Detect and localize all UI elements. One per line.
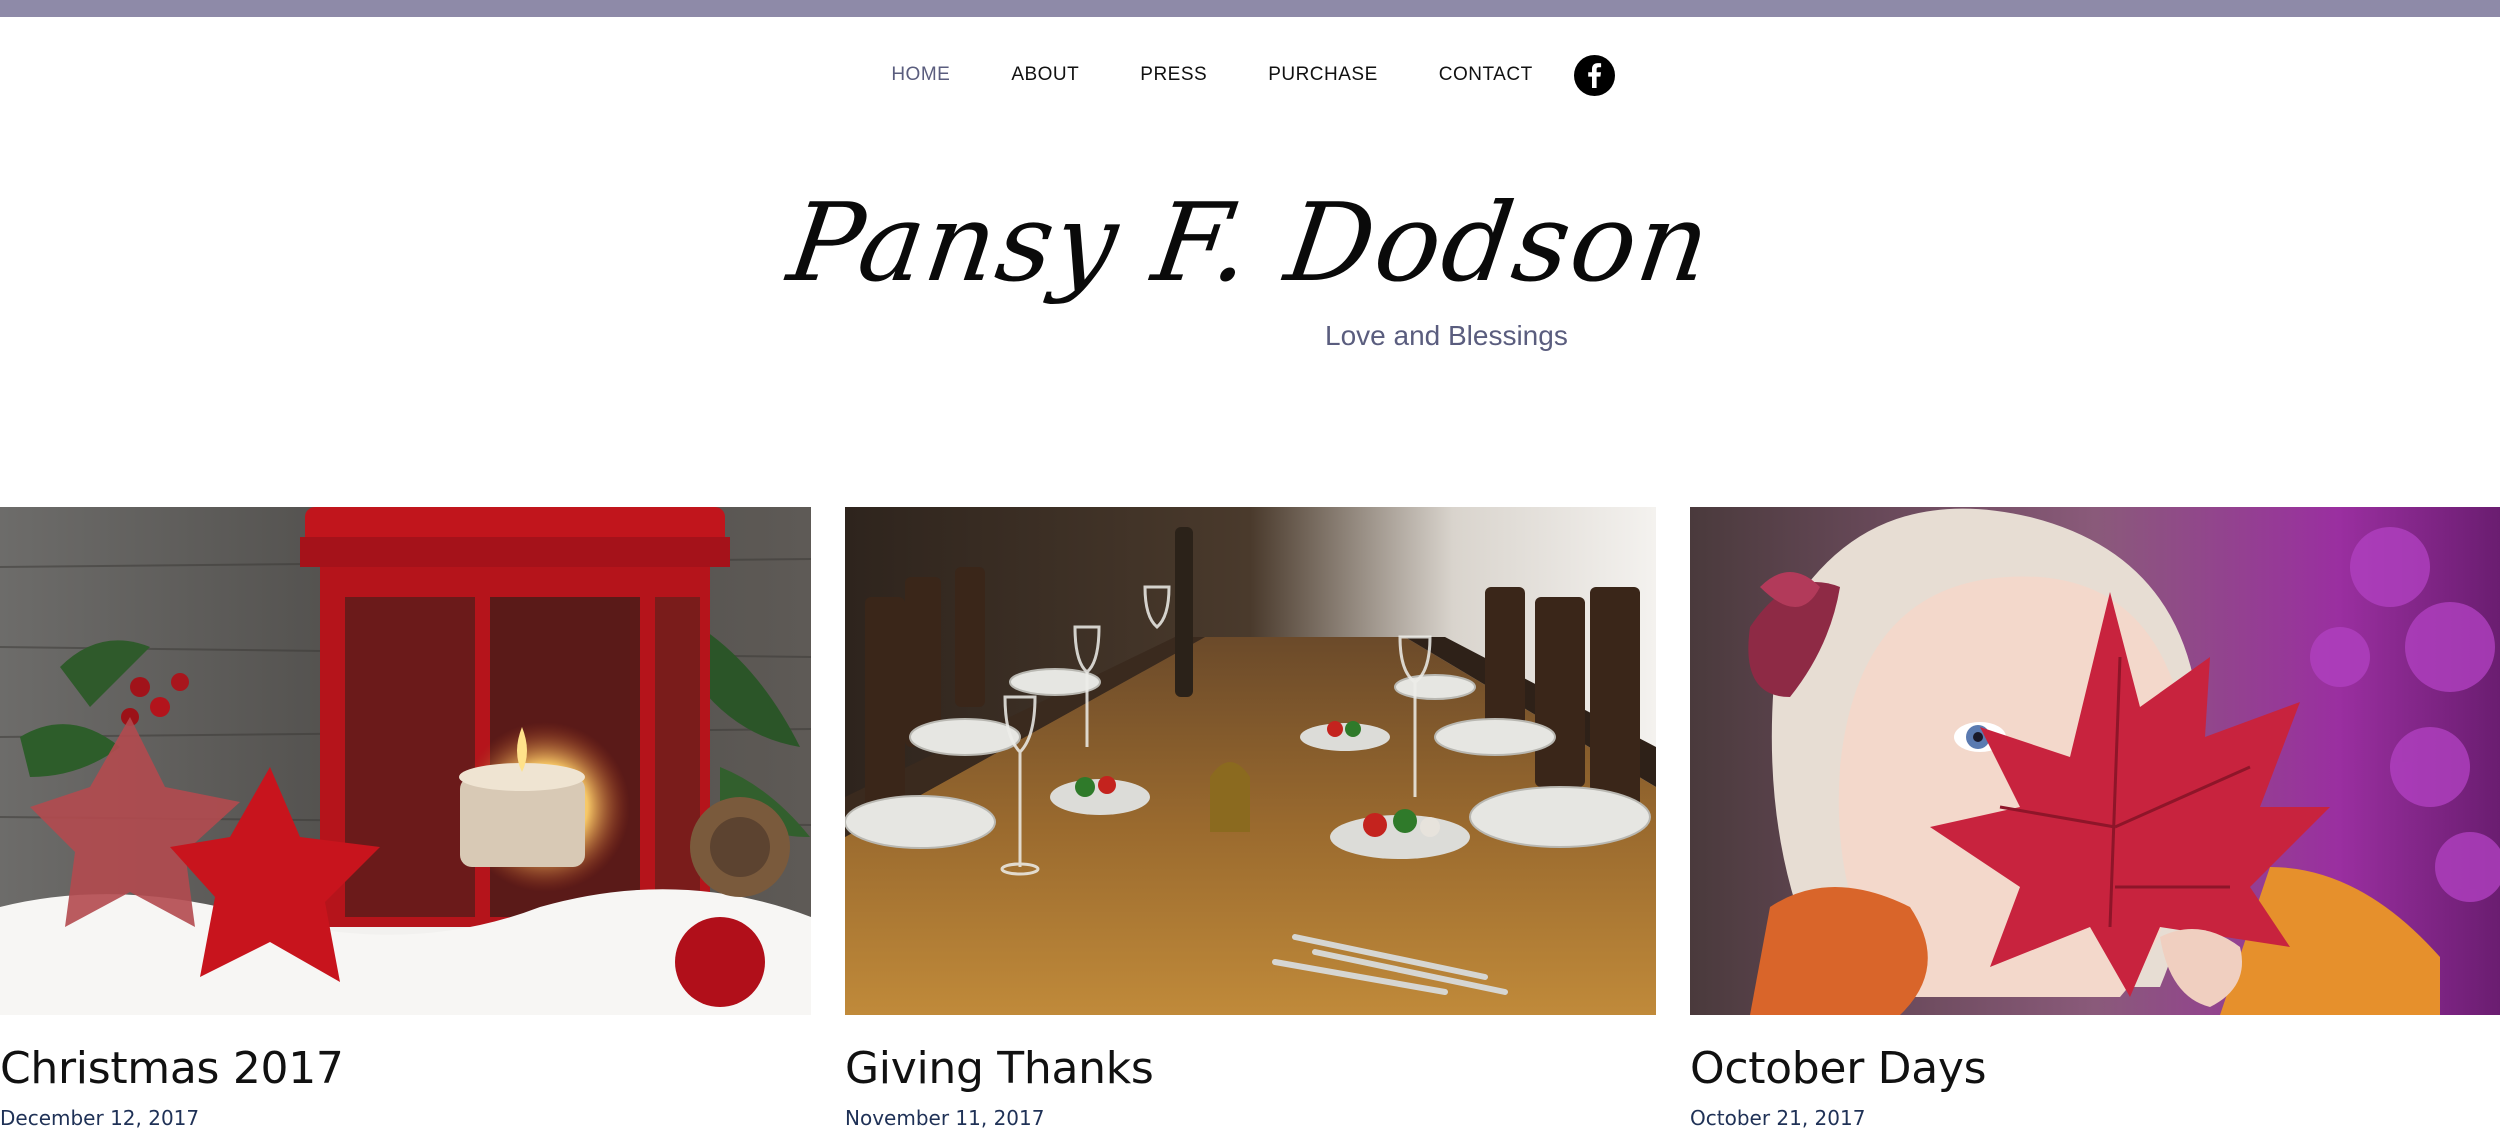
post-card[interactable]: Giving Thanks November 11, 2017 <box>845 507 1656 1130</box>
post-card[interactable]: October Days October 21, 2017 <box>1690 507 2500 1130</box>
girl-with-maple-leaf-photo[interactable] <box>1690 507 2500 1015</box>
christmas-lantern-photo[interactable] <box>0 507 811 1015</box>
post-title[interactable]: Christmas 2017 <box>0 1043 811 1094</box>
post-date: November 11, 2017 <box>845 1106 1045 1130</box>
top-accent-bar <box>0 0 2500 17</box>
nav-home[interactable]: HOME <box>891 64 950 86</box>
thanksgiving-table-photo[interactable] <box>845 507 1656 1015</box>
site-logo[interactable]: Pansy F. Dodson <box>0 181 2500 306</box>
nav-contact[interactable]: CONTACT <box>1439 64 1533 86</box>
post-date: October 21, 2017 <box>1690 1106 1866 1130</box>
site-title[interactable]: Pansy F. Dodson <box>781 181 1719 306</box>
nav-about[interactable]: ABOUT <box>1011 64 1079 86</box>
nav-press[interactable]: PRESS <box>1140 64 1207 86</box>
site-tagline: Love and Blessings <box>1325 320 1568 351</box>
post-card[interactable]: Christmas 2017 December 12, 2017 <box>0 507 811 1130</box>
post-title[interactable]: October Days <box>1690 1043 2500 1094</box>
main-nav: HOME ABOUT PRESS PURCHASE CONTACT <box>0 54 2500 96</box>
post-title[interactable]: Giving Thanks <box>845 1043 1656 1094</box>
post-date: December 12, 2017 <box>0 1106 200 1130</box>
nav-purchase[interactable]: PURCHASE <box>1268 64 1378 86</box>
blog-post-list: Christmas 2017 December 12, 2017 Giving … <box>0 507 2500 1141</box>
facebook-icon[interactable] <box>1573 54 1615 96</box>
